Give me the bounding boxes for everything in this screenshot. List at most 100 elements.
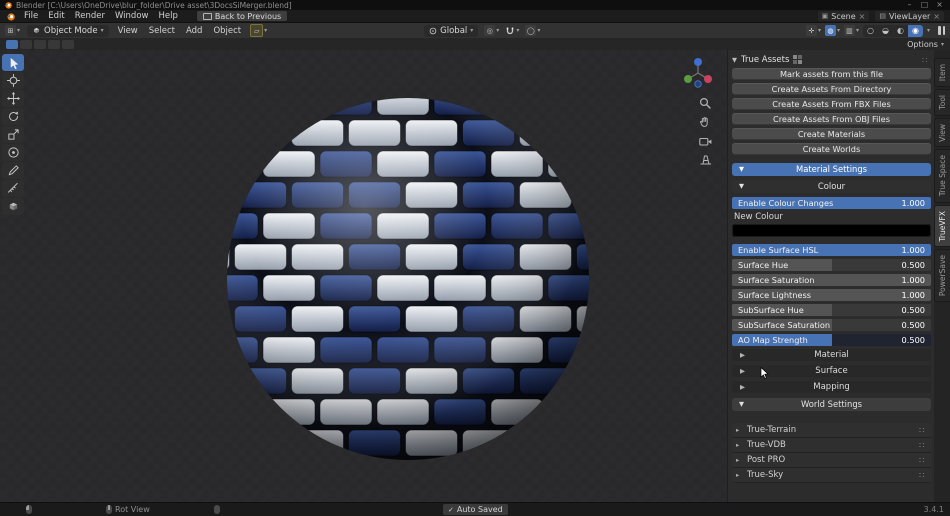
tab-item[interactable]: Item	[934, 58, 950, 87]
tool-annotate-button[interactable]	[2, 162, 24, 179]
new-colour-swatch[interactable]	[732, 224, 931, 237]
mark-assets-from-this-file-button[interactable]: Mark assets from this file	[732, 68, 931, 80]
orientation-selector[interactable]: Global ▾	[424, 25, 478, 37]
scene-selector[interactable]: ▣ Scene ×	[818, 11, 870, 21]
back-to-previous-button[interactable]: Back to Previous	[197, 11, 287, 21]
chevron-down-icon: ▾	[941, 41, 944, 48]
pivot-point-selector[interactable]: ◎ ▾	[484, 25, 499, 36]
panel-drag-dots-icon[interactable]: ::	[919, 453, 926, 467]
shading-modes: ○ ◒ ◐ ◉	[863, 25, 923, 37]
menu-render[interactable]: Render	[70, 11, 110, 21]
viewlayer-selector[interactable]: ▤ ViewLayer ×	[875, 11, 944, 21]
maximize-button[interactable]: □	[918, 0, 931, 10]
options-dropdown[interactable]: Options ▾	[907, 40, 944, 49]
panel-true-terrain[interactable]: ▸True-Terrain::	[732, 423, 931, 438]
overlays-toggle[interactable]: ◍ ▾	[825, 25, 840, 36]
true-assets-panel-header[interactable]: ▼ True Assets ::	[732, 53, 931, 66]
panel-label: True-Sky	[747, 470, 783, 480]
create-assets-from-directory-button[interactable]: Create Assets From Directory	[732, 83, 931, 95]
tab-truevfx[interactable]: TrueVFX	[934, 205, 950, 248]
tool-select-box-button[interactable]	[2, 54, 24, 71]
select-mode-set-button[interactable]	[6, 40, 18, 49]
pan-hand-icon[interactable]	[698, 115, 712, 129]
tool-move-button[interactable]	[2, 90, 24, 107]
subpanel-surface[interactable]: ▶Surface	[732, 365, 931, 377]
panel-drag-dots-icon[interactable]: ::	[922, 55, 929, 64]
panel-true-vdb[interactable]: ▸True-VDB::	[732, 438, 931, 453]
menu-edit[interactable]: Edit	[43, 11, 69, 21]
slider-surface-saturation[interactable]: Surface Saturation1.000	[732, 274, 931, 286]
editor-type-selector[interactable]: ⊞ ▾	[5, 25, 20, 36]
tab-powersave[interactable]: PowerSave	[934, 249, 950, 302]
viewlayer-unlink-icon[interactable]: ×	[933, 12, 940, 21]
camera-view-icon[interactable]	[698, 134, 712, 148]
panel-post-pro[interactable]: ▸Post PRO::	[732, 453, 931, 468]
tab-true-space[interactable]: True Space	[934, 149, 950, 202]
slider-subsurface-hue[interactable]: SubSurface Hue0.500	[732, 304, 931, 316]
tool-icon-dropdown[interactable]: ▱ ▾	[250, 24, 267, 37]
select-mode-intersect-button[interactable]	[62, 40, 74, 49]
slider-subsurface-saturation[interactable]: SubSurface Saturation0.500	[732, 319, 931, 331]
tool-add-cube-button[interactable]	[2, 198, 24, 215]
panel-drag-dots-icon[interactable]: ::	[919, 438, 926, 452]
menu-window[interactable]: Window	[110, 11, 154, 21]
slider-surface-lightness[interactable]: Surface Lightness1.000	[732, 289, 931, 301]
tool-cursor-button[interactable]	[2, 72, 24, 89]
viewport-menu-view[interactable]: View	[116, 26, 140, 36]
panel-drag-dots-icon[interactable]: ::	[919, 468, 926, 482]
xray-toggle[interactable]: ▥ ▾	[844, 25, 859, 36]
viewport-menu-select[interactable]: Select	[147, 26, 177, 36]
tab-tool[interactable]: Tool	[934, 89, 950, 116]
shading-wireframe-button[interactable]: ○	[863, 25, 878, 37]
viewport-menu-add[interactable]: Add	[184, 26, 204, 36]
select-mode-invert-button[interactable]	[48, 40, 60, 49]
subpanel-material[interactable]: ▶Material	[732, 349, 931, 361]
colour-section-header[interactable]: ▼ Colour	[732, 180, 931, 193]
create-assets-from-fbx-files-button[interactable]: Create Assets From FBX Files	[732, 98, 931, 110]
panel-drag-dots-icon[interactable]: ::	[919, 423, 926, 437]
create-worlds-button[interactable]: Create Worlds	[732, 143, 931, 155]
material-settings-header[interactable]: ▼ Material Settings	[732, 163, 931, 176]
slider-enable-surface-hsl[interactable]: Enable Surface HSL1.000	[732, 244, 931, 256]
proportional-editing[interactable]: ◯ ▾	[525, 25, 540, 36]
select-mode-extend-button[interactable]	[20, 40, 32, 49]
shading-material-button[interactable]: ◐	[893, 25, 908, 37]
viewport-nav-icons	[698, 96, 712, 167]
3d-viewport[interactable]	[0, 50, 727, 502]
gizmos-toggle[interactable]: ✛ ▾	[806, 25, 821, 36]
tool-measure-button[interactable]	[2, 180, 24, 197]
snap-controls[interactable]: ▾	[505, 26, 519, 36]
create-materials-button[interactable]: Create Materials	[732, 128, 931, 140]
mouse-cursor	[760, 367, 769, 383]
create-assets-from-obj-files-button[interactable]: Create Assets From OBJ Files	[732, 113, 931, 125]
perspective-toggle-icon[interactable]	[698, 153, 712, 167]
navigation-gizmo[interactable]	[681, 56, 715, 93]
woven-sphere-object[interactable]	[226, 97, 590, 461]
material-settings-label: Material Settings	[796, 164, 867, 174]
shading-solid-button[interactable]: ◒	[878, 25, 893, 37]
tool-rotate-button[interactable]	[2, 108, 24, 125]
tool-transform-button[interactable]	[2, 144, 24, 161]
back-to-previous-label: Back to Previous	[215, 12, 281, 21]
minimize-button[interactable]: –	[903, 0, 916, 10]
zoom-icon[interactable]	[698, 96, 712, 110]
slider-ao-map-strength[interactable]: AO Map Strength0.500	[732, 334, 931, 346]
select-mode-subtract-button[interactable]	[34, 40, 46, 49]
gizmo-z-axis	[694, 58, 702, 66]
blender-app-icon[interactable]	[6, 12, 15, 21]
menu-help[interactable]: Help	[153, 11, 182, 21]
close-button[interactable]: ×	[933, 0, 946, 10]
tool-scale-button[interactable]	[2, 126, 24, 143]
menu-file[interactable]: File	[19, 11, 43, 21]
slider-surface-hue[interactable]: Surface Hue0.500	[732, 259, 931, 271]
viewport-menu-object[interactable]: Object	[211, 26, 243, 36]
shading-rendered-button[interactable]: ◉	[908, 25, 923, 37]
tab-view[interactable]: View	[934, 118, 950, 148]
scene-unlink-icon[interactable]: ×	[859, 12, 866, 21]
magnet-icon	[505, 26, 515, 36]
slider-enable-colour-changes[interactable]: Enable Colour Changes1.000	[732, 197, 931, 209]
pause-icon[interactable]	[938, 26, 945, 35]
world-settings-header[interactable]: ▼ World Settings	[732, 398, 931, 411]
panel-true-sky[interactable]: ▸True-Sky::	[732, 468, 931, 483]
mode-selector[interactable]: Object Mode ▾	[27, 25, 109, 37]
